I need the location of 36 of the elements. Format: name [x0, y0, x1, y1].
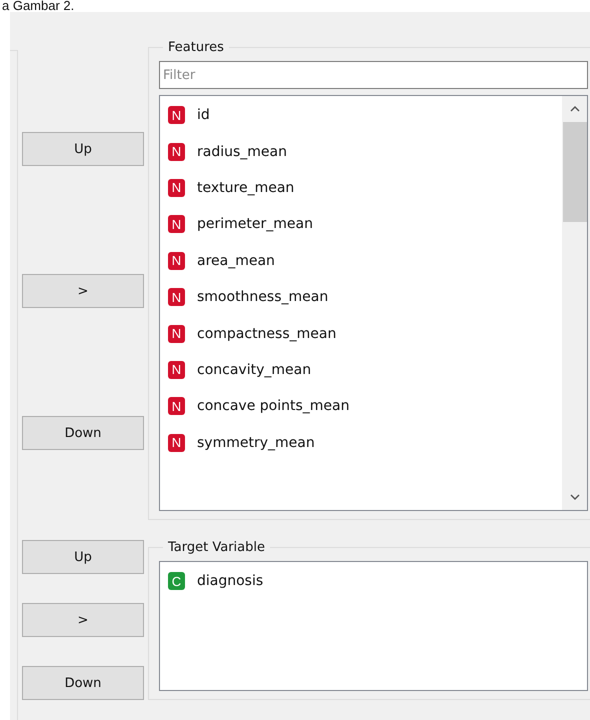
- move-button[interactable]: Up: [22, 540, 144, 574]
- variable-name[interactable]: diagnosis: [197, 573, 264, 590]
- group-title: Target Variable: [167, 540, 266, 555]
- variable-name[interactable]: concavity_mean: [197, 362, 312, 378]
- type-badge: N: [168, 288, 185, 306]
- type-badge: N: [168, 106, 185, 124]
- type-badge: N: [168, 142, 185, 161]
- caption-text: a Gambar 2.: [2, 0, 74, 12]
- type-badge: N: [168, 252, 185, 270]
- variable-name[interactable]: area_mean: [197, 252, 275, 269]
- variable-name[interactable]: texture_mean: [197, 180, 294, 196]
- type-badge: N: [168, 324, 185, 343]
- type-badge: C: [168, 572, 185, 590]
- move-button[interactable]: Down: [22, 416, 144, 450]
- type-badge: N: [168, 360, 185, 379]
- scroll-down-icon[interactable]: [570, 494, 580, 500]
- scroll-thumb[interactable]: [562, 122, 586, 222]
- filter-field[interactable]: Filter: [159, 61, 588, 89]
- move-button[interactable]: Down: [22, 666, 144, 700]
- move-button[interactable]: >: [22, 603, 144, 637]
- type-badge: N: [168, 215, 185, 234]
- group-title: Features: [167, 40, 225, 55]
- move-button[interactable]: Up: [22, 132, 144, 166]
- variable-name[interactable]: smoothness_mean: [197, 289, 328, 306]
- scroll-up-icon[interactable]: [570, 106, 580, 112]
- type-badge: N: [168, 434, 185, 452]
- variable-name[interactable]: compactness_mean: [197, 326, 336, 342]
- variable-name[interactable]: radius_mean: [197, 144, 287, 160]
- scrollbar[interactable]: [562, 96, 587, 510]
- variable-name[interactable]: concave points_mean: [197, 398, 350, 414]
- variable-name[interactable]: id: [197, 107, 210, 124]
- variable-name[interactable]: symmetry_mean: [197, 434, 315, 451]
- move-button[interactable]: >: [22, 274, 144, 308]
- type-badge: N: [168, 178, 185, 197]
- variable-name[interactable]: perimeter_mean: [197, 216, 313, 232]
- type-badge: N: [168, 397, 185, 416]
